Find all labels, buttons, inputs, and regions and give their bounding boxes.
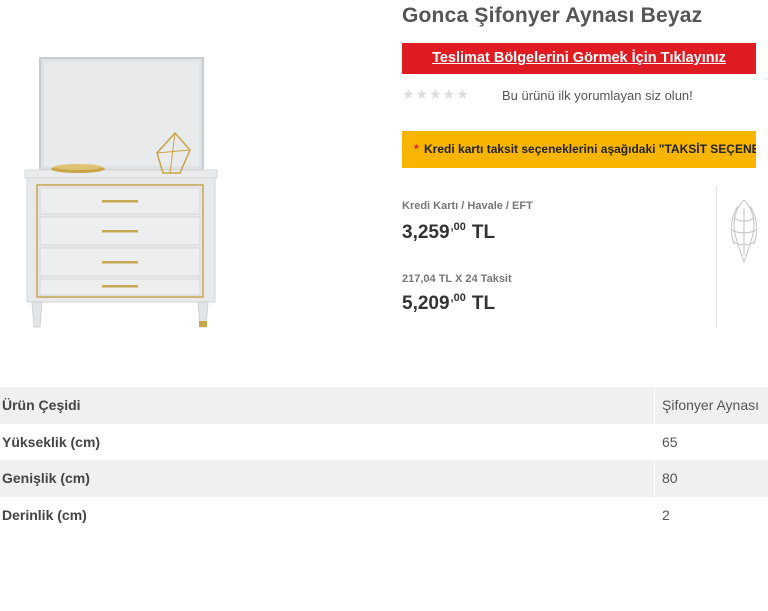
spec-value: 80 — [654, 460, 768, 497]
installment-price-decimal: ,00 — [450, 292, 466, 304]
spec-row: Yükseklik (cm) 65 — [0, 423, 768, 460]
installment-info-text: Kredi kartı taksit seçeneklerini aşağıda… — [424, 142, 756, 156]
spec-value: Şifonyer Aynası — [654, 387, 768, 424]
first-review-prompt[interactable]: Bu ürünü ilk yorumlayan siz olun! — [502, 88, 693, 103]
spec-row: Genişlik (cm) 80 — [0, 460, 768, 497]
product-title: Gonca Şifonyer Aynası Beyaz — [402, 4, 703, 27]
spec-row: Ürün Çeşidi Şifonyer Aynası — [0, 387, 768, 424]
installment-price-label: 217,04 TL X 24 Taksit — [402, 273, 512, 285]
cash-price-decimal: ,00 — [450, 221, 466, 233]
decorative-pattern-icon — [730, 199, 758, 263]
spec-value: 65 — [654, 423, 768, 460]
spec-table: Ürün Çeşidi Şifonyer Aynası Yükseklik (c… — [0, 387, 768, 533]
asterisk: * — [414, 142, 419, 156]
spec-key: Yükseklik (cm) — [2, 433, 101, 450]
spec-row: Derinlik (cm) 2 — [0, 496, 768, 533]
rating-row: ★★★★★ Bu ürünü ilk yorumlayan siz olun! — [402, 86, 768, 106]
installment-price-integer: 5,209 — [402, 293, 450, 314]
rating-stars-icon[interactable]: ★★★★★ — [402, 86, 470, 103]
installment-price: 5,209,00 TL — [402, 292, 495, 315]
installment-info-banner: * Kredi kartı taksit seçeneklerini aşağı… — [402, 131, 756, 168]
cash-price-currency: TL — [471, 222, 496, 243]
spec-key: Genişlik (cm) — [0, 460, 655, 497]
spec-key: Derinlik (cm) — [2, 506, 87, 523]
spec-key: Ürün Çeşidi — [0, 387, 655, 424]
cash-price: 3,259,00 TL — [402, 221, 495, 244]
cash-price-integer: 3,259 — [402, 222, 450, 243]
delivery-regions-link[interactable]: Teslimat Bölgelerini Görmek İçin Tıklayı… — [402, 43, 756, 74]
product-image — [24, 57, 218, 328]
price-divider — [716, 186, 717, 328]
spec-value: 2 — [654, 496, 768, 533]
cash-price-label: Kredi Kartı / Havale / EFT — [402, 200, 533, 212]
installment-price-currency: TL — [471, 293, 496, 314]
